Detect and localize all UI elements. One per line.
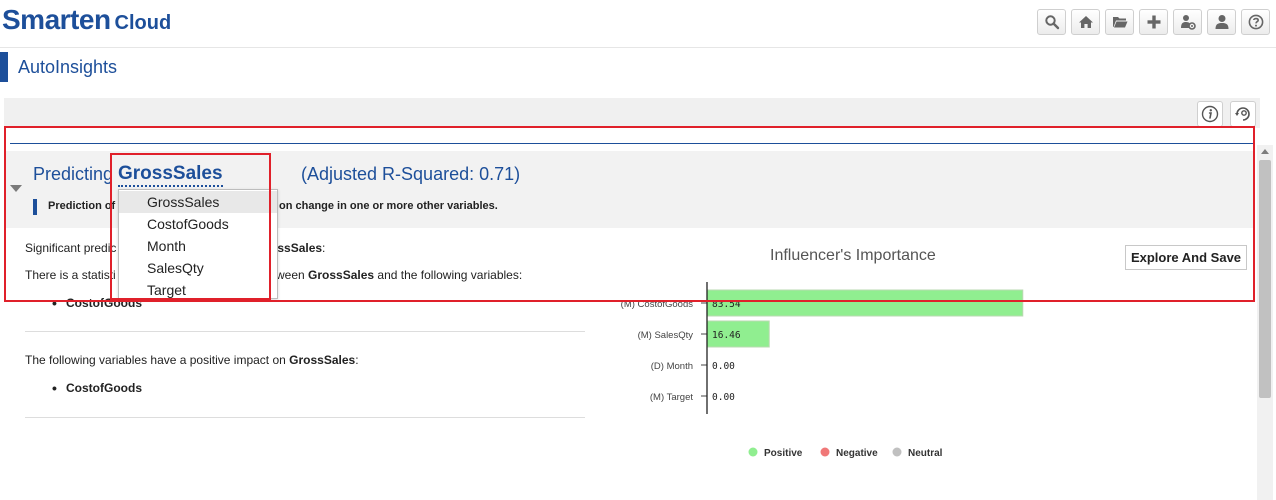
help-icon [1248, 14, 1263, 30]
brand-name: Smarten [2, 4, 111, 35]
bar [706, 289, 1024, 317]
dropdown-option[interactable]: Target [119, 279, 277, 301]
legend-label: Positive [764, 448, 803, 459]
category-label: (M) CostofGoods [621, 299, 694, 310]
legend-label: Neutral [908, 448, 943, 459]
user-profile-button[interactable] [1207, 9, 1236, 35]
statistical-var: GrossSales [308, 268, 375, 282]
scrollbar-thumb[interactable] [1259, 160, 1271, 398]
significant-colon: : [322, 241, 326, 255]
brand-logo[interactable]: Smarten Cloud [2, 4, 171, 36]
significant-predictors-left: Significant predic [25, 241, 117, 255]
positive-var: GrossSales [289, 353, 356, 367]
search-icon [1044, 15, 1059, 30]
statistical-end: and the following variables: [374, 268, 523, 282]
open-folder-button[interactable] [1105, 9, 1134, 35]
refresh-gear-icon [1235, 107, 1250, 121]
prediction-description-right: on change in one or more other variables… [279, 200, 498, 212]
info-button[interactable] [1197, 101, 1223, 127]
statistical-text-right: etween GrossSales and the following vari… [266, 268, 522, 282]
positive-var-item: CostofGoods [52, 380, 142, 396]
home-button[interactable] [1071, 9, 1100, 35]
vertical-scrollbar[interactable] [1257, 145, 1273, 500]
chart-title: Influencer's Importance [770, 247, 936, 264]
refresh-settings-button[interactable] [1230, 101, 1256, 127]
prediction-description-left: Prediction of [48, 200, 116, 212]
page-title: AutoInsights [18, 57, 118, 77]
predicting-label: Predicting [33, 164, 114, 184]
data-label: 83.54 [712, 299, 741, 310]
insight-toolbar [4, 98, 1260, 128]
top-bar: Smarten Cloud [0, 0, 1276, 48]
help-button[interactable] [1241, 9, 1270, 35]
divider-line [10, 143, 1254, 144]
data-label: 0.00 [712, 361, 735, 372]
page-header: AutoInsights [0, 52, 300, 82]
user-settings-button[interactable] [1173, 9, 1202, 35]
legend-label: Negative [836, 448, 878, 459]
add-button[interactable] [1139, 9, 1168, 35]
influencer-importance-chart: (M) CostofGoods 83.54 (M) SalesQty 16.46 (D)… [621, 282, 1024, 459]
significant-predictors-right: ossSales: [270, 241, 325, 255]
legend-marker [820, 447, 830, 457]
positive-prefix: The following variables have a positive … [25, 353, 290, 367]
explore-and-save-button[interactable]: Explore And Save [1125, 245, 1247, 270]
user-icon [1215, 15, 1228, 29]
dropdown-option[interactable]: GrossSales [119, 191, 277, 213]
folder-open-icon [1112, 17, 1127, 28]
collapse-caret-icon[interactable] [10, 185, 22, 192]
statistical-text-left: There is a statisti [25, 268, 116, 282]
category-label: (M) SalesQty [638, 330, 694, 341]
description-accent-bar [33, 199, 37, 215]
data-label: 16.46 [712, 330, 741, 341]
significant-var-fragment-2: Sales [290, 241, 323, 255]
legend-marker [892, 447, 902, 457]
dropdown-option[interactable]: SalesQty [119, 257, 277, 279]
adjusted-r-squared: (Adjusted R-Squared: 0.71) [301, 164, 521, 184]
scroll-up-arrow-icon[interactable] [1261, 149, 1269, 154]
home-icon [1078, 16, 1093, 28]
info-icon [1201, 105, 1219, 123]
category-label: (D) Month [651, 361, 693, 372]
search-button[interactable] [1037, 9, 1066, 35]
dropdown-option[interactable]: CostofGoods [119, 213, 277, 235]
user-settings-icon [1180, 15, 1196, 30]
section-divider [25, 331, 585, 332]
plus-icon [1147, 15, 1160, 29]
toolbar [1037, 9, 1270, 35]
dropdown-option[interactable]: Month [119, 235, 277, 257]
positive-impact-text: The following variables have a positive … [25, 353, 359, 367]
category-label: (M) Target [650, 392, 693, 403]
data-label: 0.00 [712, 392, 735, 403]
title-accent-bar [0, 52, 8, 82]
target-variable-selector[interactable]: GrossSales [118, 163, 223, 187]
variable-dropdown[interactable]: GrossSales CostofGoods Month SalesQty Ta… [118, 189, 278, 299]
brand-sub: Cloud [114, 12, 172, 34]
section-divider [25, 417, 585, 418]
positive-colon: : [355, 353, 359, 367]
legend-marker [748, 447, 758, 457]
